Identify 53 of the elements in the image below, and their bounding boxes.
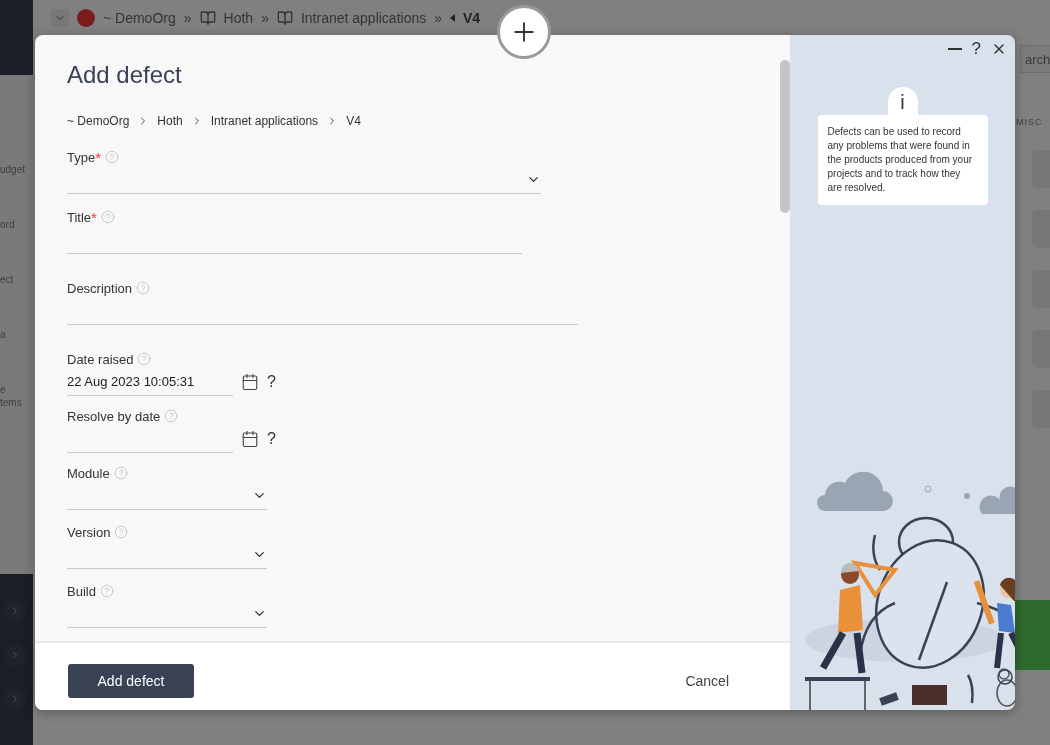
help-mark[interactable]: ? [267, 430, 276, 448]
date-field[interactable]: 22 Aug 2023 10:05:31 [67, 368, 233, 396]
breadcrumb-current: V4 [463, 10, 481, 26]
dialog-title: Add defect [67, 61, 183, 89]
breadcrumb-link[interactable]: ~ DemoOrg [67, 114, 130, 128]
field-label: Module [67, 465, 110, 481]
menu-text: e tems [0, 383, 23, 409]
help-icon[interactable] [114, 525, 129, 539]
book-icon [276, 10, 293, 26]
chevron-right-icon[interactable] [4, 600, 26, 622]
breadcrumb-separator: » [261, 10, 269, 26]
required-mark: * [95, 148, 102, 166]
status-banner [1015, 600, 1050, 670]
help-icon[interactable] [137, 352, 152, 366]
caret-icon [450, 14, 456, 22]
breadcrumb-link[interactable]: V4 [346, 114, 361, 128]
add-defect-button[interactable]: Add defect [68, 663, 194, 698]
help-button[interactable]: ? [971, 39, 981, 59]
section-label: MISC [1016, 117, 1043, 127]
menu-text: udget [0, 163, 27, 176]
calendar-icon[interactable] [241, 430, 259, 448]
field-label: Title [67, 209, 92, 225]
help-icon[interactable] [100, 210, 115, 224]
help-icon[interactable] [113, 466, 128, 480]
minimize-icon [947, 48, 962, 50]
add-button[interactable] [497, 5, 551, 59]
help-mark[interactable]: ? [267, 373, 276, 391]
help-icon[interactable] [164, 409, 179, 423]
field-label: Version [67, 524, 111, 540]
book-icon [199, 10, 216, 26]
menu-text: ect [0, 273, 15, 286]
minimize-button[interactable] [947, 48, 962, 50]
field-label: Description [67, 280, 133, 296]
field-label: Date raised [67, 351, 134, 367]
chevron-right-icon[interactable] [4, 644, 26, 666]
chevron-right-icon[interactable] [4, 688, 26, 710]
scrollbar[interactable] [780, 60, 790, 213]
info-text: Defects can be used to record any problems that were found in the products produced from your projects and to track how they are resolved. [817, 115, 988, 205]
help-icon[interactable] [99, 584, 114, 598]
avatar-icon [77, 9, 95, 27]
help-icon[interactable] [136, 281, 151, 295]
breadcrumb-separator: » [183, 10, 192, 26]
breadcrumb-link[interactable]: Intranet applications [210, 114, 319, 128]
breadcrumb-link[interactable]: Hoth [157, 114, 183, 128]
breadcrumb-separator: » [434, 10, 443, 26]
required-mark: * [91, 208, 97, 226]
cancel-button[interactable]: Cancel [679, 671, 735, 690]
field-label: Resolve by date [67, 408, 161, 424]
calendar-icon[interactable] [241, 373, 259, 391]
field-label: Build [67, 583, 96, 599]
help-icon[interactable] [105, 150, 120, 164]
field-label: Type [67, 149, 96, 165]
dropdown-button[interactable] [51, 9, 69, 27]
